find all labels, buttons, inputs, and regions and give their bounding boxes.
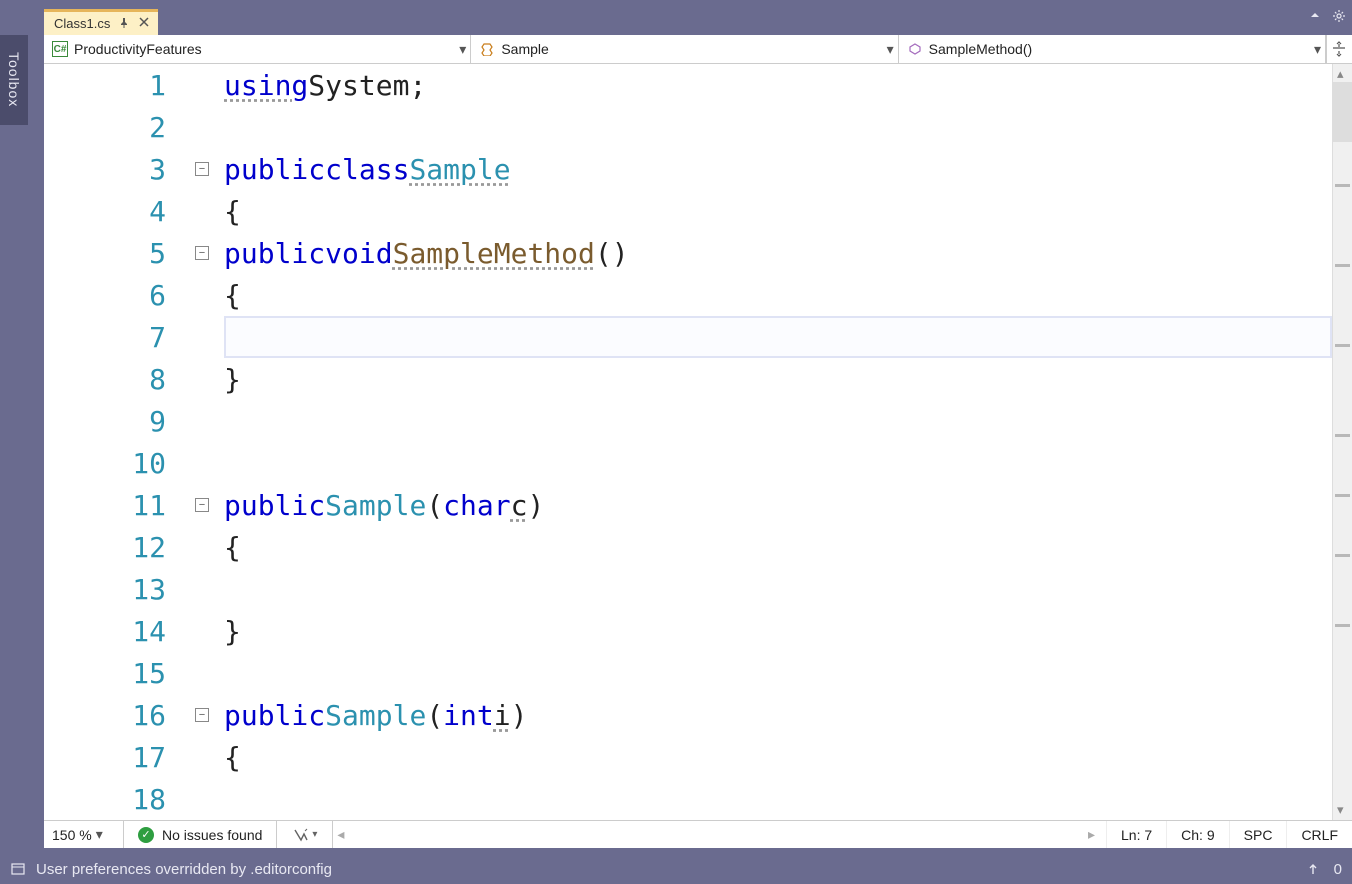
clipboard-ring-button[interactable]: ▾ [277,821,333,848]
tab-filename: Class1.cs [54,16,110,31]
document-tab-strip: Class1.cs [0,5,1352,35]
line-number: 2 [44,111,184,144]
chevron-down-icon: ▾ [887,41,894,58]
zoom-value: 150 % [52,827,92,843]
current-line [224,316,1332,358]
line-number: 6 [44,279,184,312]
error-health-indicator[interactable]: ✓ No issues found [124,821,277,848]
line-number: 13 [44,573,184,606]
nav-project-dropdown[interactable]: C# ProductivityFeatures ▾ [44,35,471,64]
line-number: 1 [44,69,184,102]
line-number: 12 [44,531,184,564]
line-number: 16 [44,699,184,732]
line-number: 7 [44,321,184,354]
close-icon[interactable] [138,16,152,30]
text-cursor [224,322,226,352]
issues-text: No issues found [162,827,262,843]
fold-toggle[interactable]: − [195,246,209,260]
gear-icon[interactable] [1332,9,1346,23]
csharp-icon: C# [52,41,68,57]
toolbox-panel-tab[interactable]: Toolbox [0,35,28,125]
line-number: 5 [44,237,184,270]
scroll-down-icon[interactable]: ▾ [1337,802,1344,818]
horizontal-scrollbar[interactable]: ◂ ▸ [333,821,1106,848]
app-status-bar: User preferences overridden by .editorco… [0,854,1352,884]
line-number: 8 [44,363,184,396]
checkmark-icon: ✓ [138,827,154,843]
nav-member-dropdown[interactable]: SampleMethod() ▾ [899,35,1326,64]
pin-icon[interactable] [118,17,130,29]
nav-class-dropdown[interactable]: Sample ▾ [471,35,898,64]
line-number: 18 [44,783,184,816]
line-number: 11 [44,489,184,522]
scroll-right-icon[interactable]: ▸ [1088,826,1102,843]
line-ending-mode[interactable]: CRLF [1286,821,1352,848]
chevron-down-icon: ▾ [312,829,317,840]
line-number: 14 [44,615,184,648]
fold-toggle[interactable]: − [195,498,209,512]
line-number: 10 [44,447,184,480]
column-indicator[interactable]: Ch: 9 [1166,821,1228,848]
navigation-bar: C# ProductivityFeatures ▾ Sample ▾ Sampl… [44,35,1352,65]
zoom-dropdown[interactable]: 150 % ▾ [44,821,124,848]
scroll-up-icon[interactable]: ▴ [1337,66,1344,82]
editorconfig-icon [10,861,26,877]
line-indicator[interactable]: Ln: 7 [1106,821,1166,848]
line-number: 3 [44,153,184,186]
fold-toggle[interactable]: − [195,162,209,176]
editor-status-bar: 150 % ▾ ✓ No issues found ▾ ◂ ▸ Ln: 7 Ch… [44,820,1352,848]
line-number: 15 [44,657,184,690]
line-number: 17 [44,741,184,774]
vertical-scrollbar[interactable]: ▴ ▾ [1332,64,1352,820]
line-number-gutter: 1 2 3− 4 5− 6 7 8 9 10 11− 12 13 14 15 1… [44,64,224,820]
scrollbar-thumb[interactable] [1333,82,1352,142]
split-window-button[interactable] [1326,35,1352,64]
fold-toggle[interactable]: − [195,708,209,722]
chevron-down-icon: ▾ [459,41,466,58]
line-number: 4 [44,195,184,228]
line-number: 9 [44,405,184,438]
publish-icon[interactable] [1306,862,1320,876]
nav-project-label: ProductivityFeatures [74,41,202,57]
nav-class-label: Sample [501,41,548,57]
nav-member-label: SampleMethod() [929,41,1033,57]
chevron-down-icon: ▾ [96,826,103,843]
status-message: User preferences overridden by .editorco… [36,861,332,878]
class-icon [479,41,495,57]
toolbox-label: Toolbox [6,52,22,107]
indent-mode[interactable]: SPC [1229,821,1287,848]
chevron-down-icon: ▾ [1314,41,1321,58]
status-count: 0 [1334,861,1342,878]
document-tab-active[interactable]: Class1.cs [44,9,158,35]
scroll-left-icon[interactable]: ◂ [337,826,351,843]
code-text-area[interactable]: using System; public class Sample { publ… [224,64,1332,820]
window-position-icon[interactable] [1308,9,1322,23]
method-icon [907,41,923,57]
code-editor[interactable]: 1 2 3− 4 5− 6 7 8 9 10 11− 12 13 14 15 1… [44,64,1352,820]
